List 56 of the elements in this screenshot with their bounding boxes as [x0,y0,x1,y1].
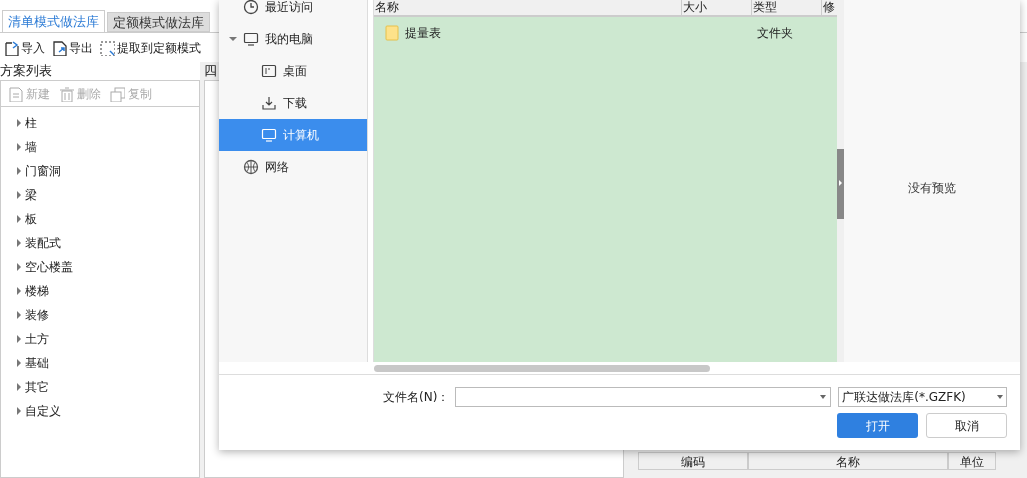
tree-item[interactable]: 基础 [25,354,49,372]
tab[interactable]: 定额模式做法库 [107,12,210,32]
nav-item[interactable]: 下载 [219,87,367,119]
tree-item[interactable]: 土方 [25,330,49,348]
tree-item[interactable]: 墙 [25,138,37,156]
copy-icon [109,85,125,102]
desktop-icon [261,63,277,79]
tree-item[interactable]: 空心楼盖 [25,258,73,276]
monitor-icon [261,127,277,143]
clock-icon [243,0,259,15]
trash-icon [58,85,74,102]
tree-item[interactable]: 门窗洞 [25,162,61,180]
toolbar-button[interactable]: 提取到定额模式 [99,38,201,57]
column-header[interactable]: 大小 [682,0,752,15]
tree-item[interactable]: 梁 [25,186,37,204]
file-type-dropdown[interactable]: 广联达做法库(*.GZFK) [838,387,1007,407]
tree-item[interactable]: 柱 [25,114,37,132]
toolbar-button[interactable]: 导出 [51,38,93,57]
dialog-button[interactable]: 打开 [837,413,918,438]
panel-title: 方案列表 [0,62,53,80]
tree-item[interactable]: 板 [25,210,37,228]
file-name: 提量表 [405,25,442,42]
dialog-button[interactable]: 取消 [926,413,1007,438]
dropdown-caret-icon [820,395,827,399]
nav-item[interactable]: 最近访问 [219,0,367,23]
export-icon [51,39,67,56]
monitor-icon [243,31,259,47]
column-header: 编码 [638,452,748,470]
panel-title: 四 [204,62,217,80]
preview-text: 没有预览 [908,179,956,197]
tree-item[interactable]: 自定义 [25,402,61,420]
file-type: 文件夹 [757,25,793,42]
tree-item[interactable]: 装配式 [25,234,61,252]
toolbar-button[interactable]: 导入 [3,38,45,57]
globe-icon [243,159,259,175]
import-icon [3,39,19,56]
tab[interactable]: 清单模式做法库 [2,10,105,32]
nav-item[interactable]: 我的电脑 [219,23,367,55]
nav-item[interactable]: 网络 [219,151,367,183]
tree-item[interactable]: 楼梯 [25,282,49,300]
dotted-box-icon [99,39,115,56]
column-header: 单位 [948,452,996,470]
tree-item[interactable]: 其它 [25,378,49,396]
column-header: 名称 [748,452,948,470]
filename-field[interactable] [455,387,832,407]
collapse-caret-icon [229,35,237,43]
dropdown-caret-icon [997,395,1003,399]
nav-item[interactable]: 桌面 [219,55,367,87]
document-icon [7,85,23,102]
field-label: 文件名(N)： [383,389,448,406]
folder-icon [385,25,399,41]
column-header[interactable]: 名称 [374,0,682,15]
scrollbar-thumb[interactable] [374,364,710,372]
tree-item[interactable]: 装修 [25,306,49,324]
download-icon [261,95,277,111]
column-header[interactable]: 类型 [752,0,822,15]
